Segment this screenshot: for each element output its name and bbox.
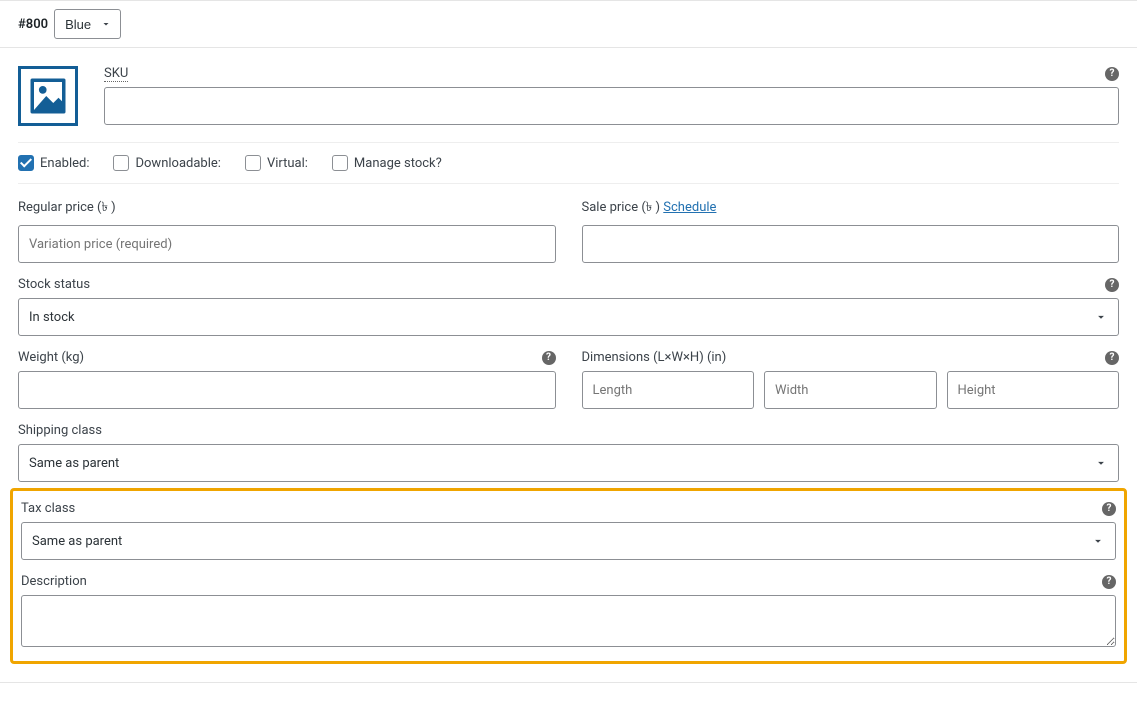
shipping-class-select[interactable]: Same as parent: [18, 444, 1119, 482]
manage-stock-label: Manage stock?: [354, 156, 442, 171]
manage-stock-checkbox-input[interactable]: [332, 155, 348, 171]
description-textarea[interactable]: [21, 595, 1116, 647]
help-icon[interactable]: ?: [542, 351, 556, 365]
enabled-checkbox[interactable]: Enabled:: [18, 155, 89, 171]
length-input[interactable]: [582, 371, 755, 409]
options-row: Enabled: Downloadable: Virtual: Manage s…: [18, 142, 1119, 184]
variation-image-placeholder[interactable]: [18, 66, 78, 126]
enabled-checkbox-input[interactable]: [18, 155, 34, 171]
sale-price-input[interactable]: [582, 225, 1120, 263]
variation-header: #800 Blue: [0, 0, 1137, 48]
enabled-label: Enabled:: [40, 156, 89, 171]
stock-status-label: Stock status: [18, 277, 90, 292]
tax-class-select[interactable]: Same as parent: [21, 522, 1116, 560]
help-icon[interactable]: ?: [1105, 351, 1119, 365]
virtual-checkbox-input[interactable]: [245, 155, 261, 171]
regular-price-input[interactable]: [18, 225, 556, 263]
height-input[interactable]: [947, 371, 1120, 409]
shipping-class-label: Shipping class: [18, 423, 1119, 438]
downloadable-checkbox[interactable]: Downloadable:: [113, 155, 220, 171]
help-icon[interactable]: ?: [1102, 575, 1116, 589]
sku-label: SKU: [104, 66, 128, 81]
help-icon[interactable]: ?: [1102, 502, 1116, 516]
manage-stock-checkbox[interactable]: Manage stock?: [332, 155, 442, 171]
width-input[interactable]: [764, 371, 937, 409]
tax-class-label: Tax class: [21, 501, 75, 516]
sale-price-label: Sale price (৳ ) Schedule: [582, 198, 1120, 219]
help-icon[interactable]: ?: [1105, 67, 1119, 81]
dimensions-label: Dimensions (L×W×H) (in): [582, 350, 727, 365]
sku-input[interactable]: [104, 87, 1119, 125]
variation-panel: SKU ? Enabled: Downloadable: Virtual: Ma…: [0, 48, 1137, 683]
downloadable-label: Downloadable:: [135, 156, 220, 171]
regular-price-label: Regular price (৳ ): [18, 198, 556, 219]
attribute-select[interactable]: Blue: [54, 9, 121, 39]
description-label: Description: [21, 574, 87, 589]
weight-input[interactable]: [18, 371, 556, 409]
weight-label: Weight (kg): [18, 350, 84, 365]
stock-status-select[interactable]: In stock: [18, 298, 1119, 336]
schedule-link[interactable]: Schedule: [663, 200, 716, 215]
downloadable-checkbox-input[interactable]: [113, 155, 129, 171]
virtual-checkbox[interactable]: Virtual:: [245, 155, 308, 171]
highlighted-section: Tax class ? Same as parent Description ?: [10, 488, 1127, 664]
help-icon[interactable]: ?: [1105, 278, 1119, 292]
image-icon: [27, 75, 69, 117]
variation-id: #800: [18, 17, 48, 32]
virtual-label: Virtual:: [267, 156, 308, 171]
